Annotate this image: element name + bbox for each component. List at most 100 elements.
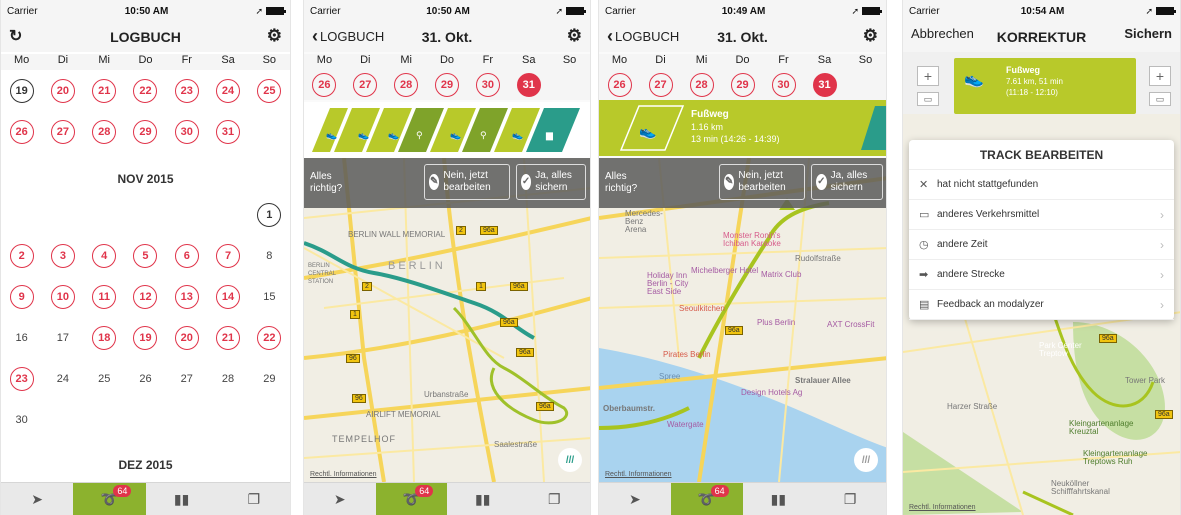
edit-now-button[interactable]: ✎ Nein, jetzt bearbeiten (719, 164, 805, 200)
tab-location[interactable]: ➤ (304, 483, 376, 515)
day-chip-28[interactable]: 28 (689, 73, 714, 97)
tab-location[interactable]: ➤ (1, 483, 73, 515)
gear-icon[interactable]: ⚙ (863, 26, 878, 46)
calendar-day-nov-10[interactable]: 10 (50, 284, 75, 309)
legal-info-link[interactable]: Rechtl. Informationen (909, 504, 976, 511)
calendar-day-nov-2[interactable]: 2 (9, 243, 34, 268)
route-badge: 96a (536, 402, 554, 411)
day-chip-26[interactable]: 26 (312, 73, 337, 97)
save-all-button[interactable]: ✓ Ja, alles sichern (811, 164, 883, 200)
day-chip-26[interactable]: 26 (607, 73, 632, 97)
add-before-button[interactable]: + (917, 66, 939, 86)
mode-strip[interactable]: 👟 👟 👟 ⚲ 👟 ⚲ 👟 ▆ (304, 102, 590, 158)
calendar-day-oct-31[interactable]: 31 (216, 119, 241, 144)
calendar-day-nov-30[interactable]: 30 (10, 408, 34, 432)
gear-icon[interactable]: ⚙ (267, 26, 282, 46)
calendar-day-nov-18[interactable]: 18 (92, 325, 117, 350)
tab-pages[interactable]: ❐ (218, 483, 290, 515)
calendar-day-nov-24[interactable]: 24 (51, 367, 75, 391)
save-button[interactable]: Sichern (1124, 26, 1172, 41)
calendar-day-nov-19[interactable]: 19 (133, 325, 158, 350)
calendar-day-oct-23[interactable]: 23 (174, 78, 199, 103)
calendar-day-nov-9[interactable]: 9 (9, 284, 34, 309)
tab-bar: ➤ ➰ 64 ▮▮ ❐ (599, 482, 886, 515)
day-chip-29[interactable]: 29 (730, 73, 755, 97)
calendar-day-oct-19[interactable]: 19 (9, 78, 34, 103)
calendar-day-nov-27[interactable]: 27 (175, 367, 199, 391)
day-chip-27[interactable]: 27 (353, 73, 378, 97)
calendar-day-nov-3[interactable]: 3 (50, 243, 75, 268)
calendar-day-nov-28[interactable]: 28 (216, 367, 240, 391)
bus-icon[interactable]: ▭ (917, 92, 939, 106)
gear-icon[interactable]: ⚙ (567, 26, 582, 46)
calendar-day-nov-29[interactable]: 29 (257, 367, 281, 391)
tracking-mode-icon[interactable]: /// (854, 448, 878, 472)
calendar-day-oct-22[interactable]: 22 (133, 78, 158, 103)
calendar-day-nov-17[interactable]: 17 (51, 326, 75, 350)
calendar-day-nov-21[interactable]: 21 (216, 325, 241, 350)
day-chip-29[interactable]: 29 (435, 73, 459, 97)
day-chip-27[interactable]: 27 (648, 73, 673, 97)
calendar-day-nov-20[interactable]: 20 (174, 325, 199, 350)
save-all-button[interactable]: ✓ Ja, alles sichern (516, 164, 586, 200)
calendar-day-nov-8[interactable]: 8 (257, 244, 281, 268)
cancel-button[interactable]: Abbrechen (911, 26, 974, 41)
tab-pages[interactable]: ❐ (814, 483, 886, 515)
calendar-day-oct-30[interactable]: 30 (174, 119, 199, 144)
calendar-cell: 12 (125, 284, 166, 309)
calendar-day-nov-1[interactable]: 1 (257, 202, 282, 227)
day-chip-31[interactable]: 31 (516, 73, 541, 97)
tab-location[interactable]: ➤ (599, 483, 671, 515)
calendar-day-nov-11[interactable]: 11 (92, 284, 117, 309)
sheet-option-1[interactable]: ▭ anderes Verkehrsmittel › (909, 200, 1174, 230)
calendar-day-nov-12[interactable]: 12 (133, 284, 158, 309)
calendar-day-oct-24[interactable]: 24 (216, 78, 241, 103)
calendar-day-nov-7[interactable]: 7 (216, 243, 241, 268)
refresh-icon[interactable]: ↻ (9, 26, 22, 46)
tab-tracks[interactable]: ➰ 64 (670, 483, 743, 515)
calendar-day-nov-26[interactable]: 26 (133, 367, 157, 391)
calendar-day-oct-26[interactable]: 26 (9, 119, 34, 144)
calendar-day-oct-21[interactable]: 21 (92, 78, 117, 103)
tracking-mode-icon[interactable]: /// (558, 448, 582, 472)
sheet-option-2[interactable]: ◷ andere Zeit › (909, 230, 1174, 260)
tab-stats[interactable]: ▮▮ (146, 483, 218, 515)
sheet-option-0[interactable]: ✕ hat nicht stattgefunden (909, 170, 1174, 200)
calendar-day-nov-16[interactable]: 16 (10, 326, 34, 350)
calendar-day-oct-20[interactable]: 20 (50, 78, 75, 103)
calendar-day-oct-27[interactable]: 27 (50, 119, 75, 144)
back-button[interactable]: ‹ LOGBUCH (607, 26, 679, 47)
day-chip-28[interactable]: 28 (394, 73, 419, 97)
calendar-day-nov-23[interactable]: 23 (9, 366, 34, 391)
bus-icon[interactable]: ▭ (1149, 92, 1171, 106)
calendar-day-nov-13[interactable]: 13 (174, 284, 199, 309)
calendar-day-nov-5[interactable]: 5 (133, 243, 158, 268)
day-chip-31[interactable]: 31 (812, 73, 837, 97)
calendar-day-nov-25[interactable]: 25 (92, 367, 116, 391)
calendar-day-nov-6[interactable]: 6 (174, 243, 199, 268)
calendar-day-oct-28[interactable]: 28 (92, 119, 117, 144)
calendar-day-nov-4[interactable]: 4 (92, 243, 117, 268)
tab-stats[interactable]: ▮▮ (743, 483, 815, 515)
calendar-day-nov-14[interactable]: 14 (216, 284, 241, 309)
calendar-day-nov-15[interactable]: 15 (257, 285, 281, 309)
add-after-button[interactable]: + (1149, 66, 1171, 86)
edit-now-button[interactable]: ✎ Nein, jetzt bearbeiten (424, 164, 510, 200)
sheet-option-3[interactable]: ➡ andere Strecke › (909, 260, 1174, 290)
sheet-option-4[interactable]: ▤ Feedback an modalyzer › (909, 290, 1174, 320)
tab-tracks[interactable]: ➰ 64 (375, 483, 447, 515)
day-chip-30[interactable]: 30 (771, 73, 796, 97)
walk-segment-card[interactable]: 👟 Fußweg 7.61 km, 51 min (11:18 - 12:10) (954, 58, 1136, 114)
carrier-label: Carrier (310, 5, 341, 17)
calendar-day-nov-22[interactable]: 22 (257, 325, 282, 350)
back-button[interactable]: ‹ LOGBUCH (312, 26, 384, 47)
day-chip-30[interactable]: 30 (475, 73, 500, 97)
legal-info-link[interactable]: Rechtl. Informationen (310, 471, 377, 478)
calendar-day-oct-25[interactable]: 25 (257, 78, 282, 103)
tab-tracks[interactable]: ➰ 64 (73, 483, 146, 515)
calendar-day-oct-29[interactable]: 29 (133, 119, 158, 144)
tab-stats[interactable]: ▮▮ (447, 483, 519, 515)
legal-info-link[interactable]: Rechtl. Informationen (605, 471, 672, 478)
tab-pages[interactable]: ❐ (519, 483, 591, 515)
walk-segment-banner[interactable]: 👟 Fußweg 1.16 km 13 min (14:26 - 14:39) (599, 100, 886, 156)
